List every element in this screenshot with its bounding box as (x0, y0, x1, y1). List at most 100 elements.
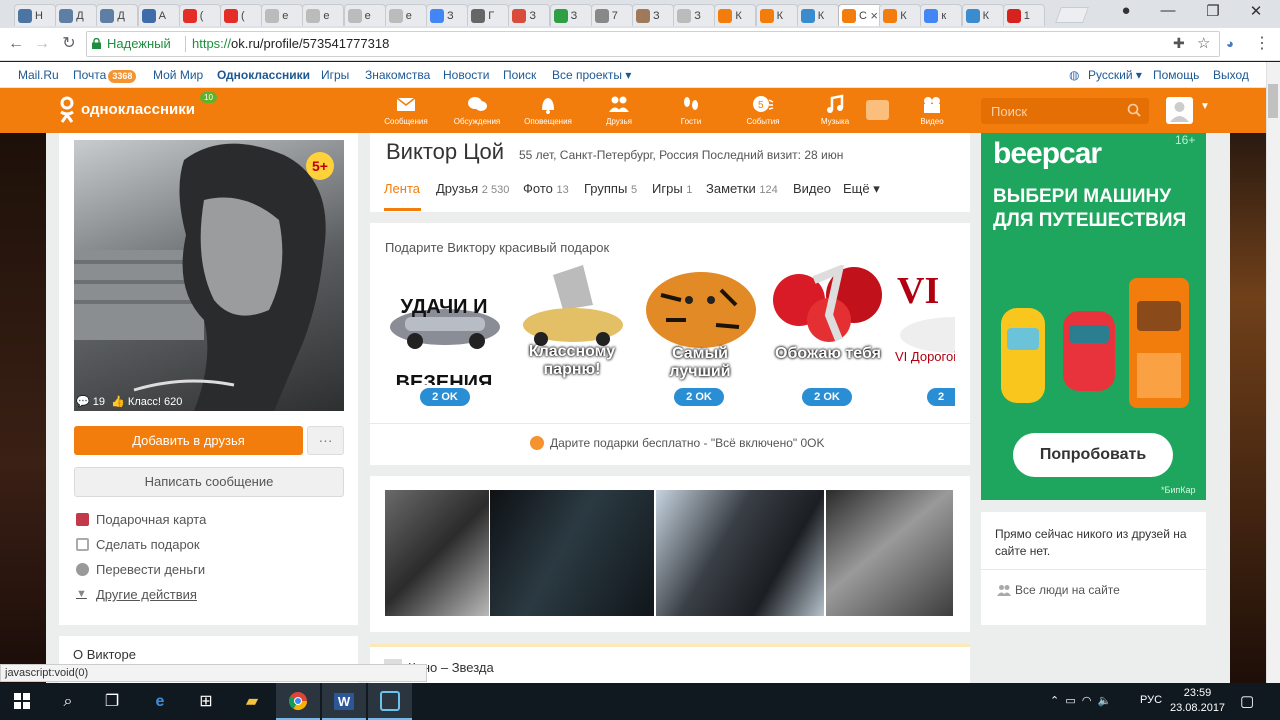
new-tab-button[interactable] (1055, 7, 1089, 23)
menu-dots-icon[interactable]: ⋮ (1254, 33, 1270, 53)
photo-like-count[interactable]: Класс! 620 (128, 396, 182, 408)
nav-events[interactable]: 5 События (728, 94, 798, 126)
all-people-link[interactable]: Все люди на сайте (1015, 583, 1120, 597)
photo-thumbnail[interactable] (656, 490, 824, 616)
logout-link[interactable]: Выход (1213, 68, 1249, 82)
write-message-button[interactable]: Написать сообщение (74, 467, 344, 497)
novosti-link[interactable]: Новости (443, 68, 489, 82)
browser-tab[interactable]: К (755, 4, 798, 26)
tab-groups[interactable]: Группы 5 (584, 181, 637, 196)
language-select[interactable]: Русский ▾ (1088, 68, 1142, 82)
chrome-icon[interactable] (276, 683, 320, 720)
znakomstva-link[interactable]: Знакомства (365, 68, 430, 82)
gift-price-badge[interactable]: 2 (927, 388, 955, 406)
browser-tab[interactable]: к (920, 4, 963, 26)
browser-tab[interactable]: е (343, 4, 386, 26)
language-indicator[interactable]: РУС (1140, 694, 1162, 706)
browser-tab[interactable]: К (714, 4, 757, 26)
gift-price-badge[interactable]: 2 OK (420, 388, 470, 406)
photo-thumbnail[interactable] (385, 490, 489, 616)
scrollbar[interactable] (1266, 62, 1280, 683)
tab-games[interactable]: Игры 1 (652, 181, 692, 196)
browser-tab[interactable]: ( (220, 4, 262, 26)
nav-chat[interactable]: Обсуждения (442, 94, 512, 126)
help-link[interactable]: Помощь (1153, 68, 1199, 82)
browser-tab[interactable]: З (426, 4, 468, 26)
about-heading[interactable]: О Викторе (73, 647, 136, 662)
clock[interactable]: 23:59 23.08.2017 (1170, 686, 1225, 716)
app-icon[interactable] (368, 683, 412, 720)
photo-comment-count[interactable]: 19 (93, 396, 105, 408)
ok-logo-text[interactable]: одноклассники (81, 101, 195, 118)
extension-vk-icon[interactable]: ◕ (1226, 36, 1234, 51)
tab-lenta[interactable]: Лента (384, 181, 420, 196)
nav-footprints[interactable]: Гости (656, 94, 726, 126)
tab-close-icon[interactable]: × (870, 8, 878, 23)
ad-try-button[interactable]: Попробовать (1013, 433, 1173, 477)
gift-item[interactable]: VI VI Дорогой (895, 265, 955, 385)
nav-video[interactable]: Видео (897, 94, 967, 126)
make-gift-action[interactable]: Сделать подарок (76, 537, 200, 552)
explorer-icon[interactable]: ▰ (230, 683, 274, 720)
tab-notes[interactable]: Заметки 124 (706, 181, 778, 196)
bookmark-star-icon[interactable]: ☆ (1197, 34, 1210, 52)
forward-button[interactable]: → (31, 33, 53, 55)
nav-music[interactable]: Музыка (800, 94, 870, 126)
browser-tab[interactable]: А (137, 4, 180, 26)
close-window-button[interactable]: ✕ (1236, 2, 1276, 22)
maximize-button[interactable]: ❐ (1193, 2, 1233, 22)
search-box[interactable]: Поиск (981, 98, 1149, 124)
browser-tab[interactable]: К (796, 4, 839, 26)
windows-start-icon[interactable] (0, 683, 44, 720)
more-actions-button[interactable]: ··· (307, 426, 344, 455)
browser-tab[interactable]: З (508, 4, 551, 26)
system-tray-icons[interactable]: ⌃ ▭ ◠ 🔈 (1050, 694, 1111, 707)
nav-envelope[interactable]: Сообщения (371, 94, 441, 126)
ok-logo-icon[interactable] (58, 96, 76, 124)
gift-item[interactable]: Классному парню! (513, 265, 631, 385)
other-actions-link[interactable]: ▼ Другие действия (76, 587, 197, 602)
browser-tab[interactable]: Д (55, 4, 98, 26)
tab-friends[interactable]: Друзья 2 530 (436, 181, 509, 196)
nav-friends[interactable]: Друзья (584, 94, 654, 126)
gift-item[interactable]: УДАЧИ И ВЕЗЕНИЯ (385, 265, 503, 385)
store-icon[interactable]: ⊞ (184, 683, 228, 720)
gift-item[interactable]: Обожаю тебя (769, 263, 887, 385)
browser-tab[interactable]: е (384, 4, 427, 26)
profile-photo[interactable] (74, 140, 344, 411)
play-icon[interactable] (866, 100, 889, 120)
browser-tab[interactable]: Г (467, 4, 510, 26)
omnibox[interactable]: Надежный https://ok.ru/profile/573541777… (86, 31, 1220, 57)
browser-tab[interactable]: 1 (1002, 4, 1045, 26)
avatar-dropdown-icon[interactable]: ▼ (1200, 101, 1210, 112)
task-view-icon[interactable]: ❐ (90, 683, 134, 720)
minimize-button[interactable]: — (1148, 2, 1188, 22)
browser-tab[interactable]: К (879, 4, 922, 26)
browser-tab[interactable]: З (549, 4, 592, 26)
browser-tab[interactable]: Н (14, 4, 56, 26)
edge-icon[interactable]: e (138, 683, 182, 720)
photo-thumbnail[interactable] (490, 490, 654, 616)
browser-tab[interactable]: 7 (590, 4, 633, 26)
browser-tab[interactable]: ( (178, 4, 221, 26)
moy-mir-link[interactable]: Мой Мир (153, 68, 203, 82)
browser-tab[interactable]: З (632, 4, 674, 26)
browser-tab[interactable]: Д (96, 4, 139, 26)
igry-link[interactable]: Игры (321, 68, 349, 82)
tab-more[interactable]: Ещё ▾ (843, 181, 880, 197)
search-icon[interactable] (1127, 103, 1141, 117)
browser-tab[interactable]: е (261, 4, 304, 26)
pochta-link[interactable]: Почта 3368 (73, 68, 137, 83)
profile-icon[interactable]: ● (1106, 2, 1146, 22)
gift-price-badge[interactable]: 2 OK (674, 388, 724, 406)
reload-button[interactable]: ↻ (58, 33, 80, 55)
send-money-action[interactable]: Перевести деньги (76, 562, 205, 577)
browser-tab[interactable]: З (673, 4, 716, 26)
user-avatar[interactable] (1166, 97, 1193, 124)
free-gifts-link[interactable]: Дарите подарки бесплатно - "Всё включено… (530, 436, 824, 450)
browser-tab[interactable]: е (302, 4, 345, 26)
gift-item[interactable]: Самый лучший (641, 265, 759, 385)
add-friend-button[interactable]: Добавить в друзья (74, 426, 303, 455)
gift-card-action[interactable]: Подарочная карта (76, 512, 206, 527)
scrollbar-thumb[interactable] (1268, 84, 1278, 118)
